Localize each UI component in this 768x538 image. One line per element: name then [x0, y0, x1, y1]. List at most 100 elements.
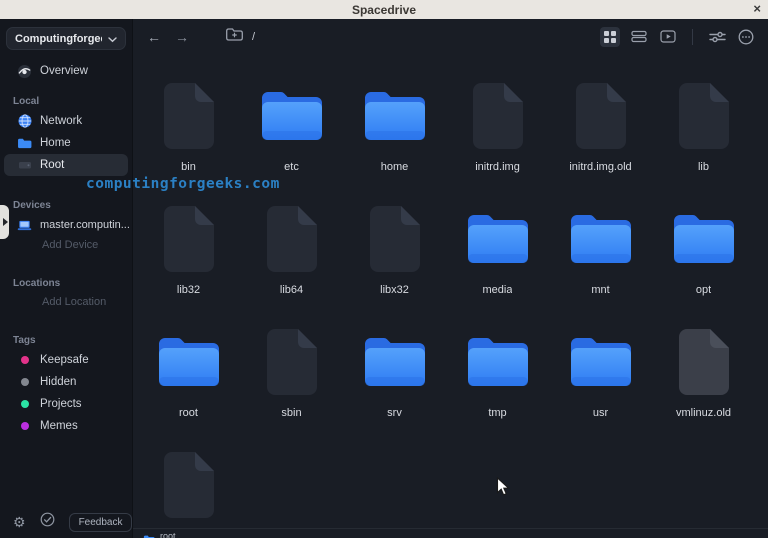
toolbar: ← → / [133, 19, 768, 54]
sidebar-item-label: master.computin... [40, 219, 130, 231]
folder-icon [465, 320, 531, 404]
titlebar: Spacedrive × [0, 0, 768, 19]
file-icon [678, 74, 730, 158]
file-item[interactable]: initrd.img [446, 74, 549, 197]
file-item[interactable]: lib32 [137, 197, 240, 320]
folder-item[interactable]: usr [549, 320, 652, 443]
folder-icon [671, 197, 737, 281]
folder-icon [568, 197, 634, 281]
item-name: mnt [591, 284, 609, 296]
back-button[interactable]: ← [147, 29, 161, 45]
new-tab-folder-icon[interactable] [225, 27, 244, 47]
folder-icon [362, 74, 428, 158]
sidebar-item-label: Memes [40, 420, 78, 432]
folder-item[interactable]: mnt [549, 197, 652, 320]
feedback-button[interactable]: Feedback [69, 513, 133, 532]
item-name: tmp [488, 407, 506, 419]
item-name: lib32 [177, 284, 200, 296]
file-item[interactable]: libx32 [343, 197, 446, 320]
toolbar-separator [692, 29, 693, 45]
item-name: sbin [281, 407, 301, 419]
item-name: bin [181, 161, 196, 173]
folder-icon [362, 320, 428, 404]
section-title-locations: Locations [13, 278, 132, 289]
sidebar-item-master-computin-[interactable]: master.computin... [4, 214, 128, 236]
status-path-bar: root [133, 528, 768, 538]
mouse-cursor [496, 477, 510, 502]
file-item[interactable]: initrd.img.old [549, 74, 652, 197]
file-grid: binetchomeinitrd.imginitrd.img.oldliblib… [133, 54, 768, 538]
settings-gear-icon[interactable]: ⚙ [13, 515, 26, 529]
file-item[interactable]: sbin [240, 320, 343, 443]
current-path[interactable]: / [252, 31, 255, 43]
file-icon [266, 197, 318, 281]
file-icon [678, 320, 730, 404]
file-icon [163, 74, 215, 158]
file-item[interactable]: vmlinuz.old [652, 320, 755, 443]
folder-item[interactable]: root [137, 320, 240, 443]
sidebar-item-label: Projects [40, 398, 82, 410]
item-name: srv [387, 407, 402, 419]
folder-item[interactable]: home [343, 74, 446, 197]
file-item[interactable]: lib64 [240, 197, 343, 320]
media-view-button[interactable] [658, 27, 678, 47]
folder-icon [568, 320, 634, 404]
section-title-tags: Tags [13, 335, 132, 346]
sidebar-item-label: Keepsafe [40, 354, 89, 366]
explorer-main: ← → / [133, 19, 768, 538]
file-icon [575, 74, 627, 158]
folder-icon [156, 320, 222, 404]
file-icon [266, 320, 318, 404]
laptop-icon [17, 218, 32, 233]
sidebar-item-label: Overview [40, 65, 88, 77]
sidebar-expand-handle[interactable] [0, 205, 9, 239]
sidebar-item-label: Home [40, 137, 71, 149]
tag-dot-icon [17, 397, 32, 412]
sidebar-item-network[interactable]: Network [4, 110, 128, 132]
grid-view-button[interactable] [600, 27, 620, 47]
tag-dot-icon [17, 419, 32, 434]
sidebar-item-projects[interactable]: Projects [4, 393, 128, 415]
add-location-button[interactable]: Add Location [0, 293, 132, 311]
filter-sliders-icon[interactable] [707, 27, 727, 47]
file-icon [369, 197, 421, 281]
file-icon [163, 197, 215, 281]
sidebar-item-label: Root [40, 159, 64, 171]
item-name: lib [698, 161, 709, 173]
spacedrive-logo-icon [17, 64, 32, 79]
drive-icon [17, 158, 32, 173]
sidebar-item-overview[interactable]: Overview [4, 60, 128, 82]
folder-icon [143, 531, 155, 538]
forward-button[interactable]: → [175, 29, 189, 45]
sidebar-item-label: Hidden [40, 376, 76, 388]
sidebar-item-home[interactable]: Home [4, 132, 128, 154]
more-options-button[interactable] [736, 27, 756, 47]
sidebar-footer: ⚙ Feedback [0, 510, 132, 534]
add-device-button[interactable]: Add Device [0, 236, 132, 254]
file-item[interactable] [137, 443, 240, 538]
spacedrive-window: Spacedrive × Computingforgeeks Overview … [0, 0, 768, 538]
library-selector[interactable]: Computingforgeeks [6, 27, 126, 50]
item-name: opt [696, 284, 711, 296]
sidebar-item-memes[interactable]: Memes [4, 415, 128, 437]
folder-item[interactable]: media [446, 197, 549, 320]
chevron-down-icon [108, 30, 117, 48]
item-name: home [381, 161, 409, 173]
item-name: vmlinuz.old [676, 407, 731, 419]
folder-item[interactable]: opt [652, 197, 755, 320]
file-icon [163, 443, 215, 527]
list-view-button[interactable] [629, 27, 649, 47]
folder-item[interactable]: tmp [446, 320, 549, 443]
sidebar-item-hidden[interactable]: Hidden [4, 371, 128, 393]
file-item[interactable]: lib [652, 74, 755, 197]
right-arrow-icon [3, 218, 8, 226]
close-window-button[interactable]: × [753, 0, 761, 19]
tag-dot-icon [17, 353, 32, 368]
sidebar-item-keepsafe[interactable]: Keepsafe [4, 349, 128, 371]
folder-item[interactable]: srv [343, 320, 446, 443]
item-name: initrd.img.old [569, 161, 631, 173]
item-name: libx32 [380, 284, 409, 296]
job-check-icon[interactable] [40, 512, 55, 532]
sidebar-item-root[interactable]: Root [4, 154, 128, 176]
item-name: usr [593, 407, 608, 419]
